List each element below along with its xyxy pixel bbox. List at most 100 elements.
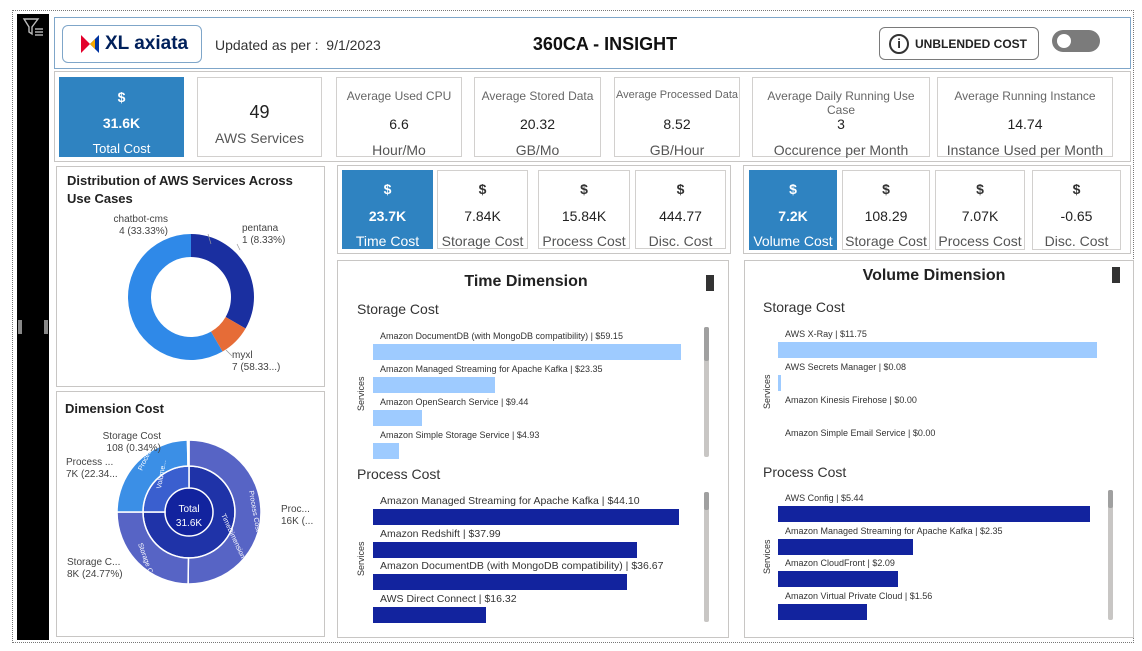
sunburst-label-process: Proc... 16K (... (281, 504, 314, 527)
time-storage-bar[interactable] (373, 377, 495, 393)
resize-handle-right[interactable] (44, 320, 48, 334)
updated-date: 9/1/2023 (326, 37, 381, 53)
volume-storage-bar-label: AWS Secrets Manager | $0.08 (785, 362, 907, 372)
logo-text: XL axiata (105, 33, 189, 54)
volume-process-bar[interactable] (778, 571, 898, 587)
volume-dimension-title: Volume Dimension (862, 267, 1006, 284)
more-options-icon[interactable] (1112, 267, 1120, 283)
kpi-label: Average Running Instance (954, 89, 1096, 103)
time-storage-bar[interactable] (373, 410, 423, 426)
xl-axiata-logo: XL axiata (62, 25, 202, 63)
donut-label-pentana: pentana 1 (8.33%) (242, 223, 286, 246)
unblended-label: UNBLENDED COST (915, 36, 1028, 51)
kpi-unit: Instance Used per Month (946, 142, 1104, 158)
time-storage-bar-label: Amazon DocumentDB (with MongoDB compatib… (380, 331, 623, 341)
time-storage-title: Storage Cost (357, 301, 439, 317)
sunburst-label-process-small: Process ... 7K (22.34... (66, 457, 118, 480)
time-process-bar[interactable] (373, 574, 628, 590)
page-title: 360CA - INSIGHT (532, 34, 678, 54)
volume-process-bar-label: Amazon CloudFront | $2.09 (785, 558, 895, 568)
time-process-title: Process Cost (357, 466, 441, 482)
sunburst-label-storage-small: Storage Cost 108 (0.34%) (102, 431, 161, 454)
kpi-value: 8.52 (663, 116, 691, 132)
resize-handle-left[interactable] (18, 320, 22, 334)
time-storage-bar-label: Amazon Managed Streaming for Apache Kafk… (380, 364, 603, 374)
updated-label: Updated as per : (215, 37, 319, 53)
card-volume-process[interactable]: $7.07K Process Cost (935, 170, 1025, 250)
kpi-unit: GB/Hour (649, 142, 705, 158)
cost-toggle[interactable] (1052, 30, 1100, 52)
kpi-value: 20.32 (519, 116, 556, 132)
time-process-bar[interactable] (373, 606, 487, 623)
kpi-unit: Hour/Mo (372, 142, 426, 158)
volume-process-title: Process Cost (763, 464, 847, 480)
info-icon: i (889, 33, 909, 54)
volume-storage-title: Storage Cost (763, 299, 845, 315)
volume-process-bar[interactable] (778, 538, 913, 555)
volume-storage-bar[interactable] (778, 342, 1097, 358)
time-process-axis-label: Services (356, 541, 366, 576)
card-time-process[interactable]: $15.84K Process Cost (538, 170, 630, 249)
time-storage-bar-label: Amazon Simple Storage Service | $4.93 (380, 430, 540, 440)
donut-label-chatbot: chatbot-cms 4 (33.33%) (113, 214, 168, 237)
time-storage-bar-label: Amazon OpenSearch Service | $9.44 (380, 397, 529, 407)
card-time-cost[interactable]: $23.7K Time Cost (342, 170, 433, 249)
kpi-value: 49 (249, 102, 270, 122)
time-storage-bar[interactable] (373, 443, 399, 459)
card-volume-cost[interactable]: $7.2K Volume Cost (749, 170, 837, 250)
volume-storage-axis-label: Services (762, 374, 772, 409)
kpi-total-cost[interactable]: $ 31.6K Total Cost (59, 77, 184, 157)
card-volume-storage[interactable]: $108.29 Storage Cost (842, 170, 930, 250)
scrollbar[interactable] (704, 327, 709, 457)
kpi-avg-daily-usecase: Average Daily Running Use Case 3 Occuren… (752, 77, 930, 158)
volume-process-bar[interactable] (778, 506, 1090, 522)
kpi-unit: AWS Services (215, 130, 304, 146)
time-storage-axis-label: Services (356, 376, 366, 411)
volume-process-bar[interactable] (778, 603, 868, 620)
kpi-value: 14.74 (1007, 116, 1043, 132)
volume-process-bar-label: Amazon Virtual Private Cloud | $1.56 (785, 590, 933, 601)
kpi-label: Average Used CPU (346, 89, 452, 103)
sunburst-center-value: 31.6K (176, 518, 202, 529)
kpi-avg-processed: Average Processed Data 8.52 GB/Hour (614, 77, 740, 158)
kpi-unit: GB/Mo (515, 142, 560, 158)
time-process-bar-label: Amazon Redshift | $37.99 (380, 527, 501, 540)
donut-slice-chatbot-cms[interactable] (191, 234, 255, 329)
kpi-aws-services: 49 AWS Services (197, 77, 322, 157)
sunburst-center-title: Total (178, 504, 199, 515)
volume-storage-bar-label: AWS X-Ray | $11.75 (785, 329, 867, 339)
time-process-bar[interactable] (373, 509, 679, 525)
time-storage-bar[interactable] (373, 344, 681, 360)
time-dimension-title: Time Dimension (464, 273, 588, 290)
outer-storage-volume[interactable] (186, 439, 190, 467)
kpi-value: 3 (837, 116, 845, 132)
kpi-value: 31.6K (102, 115, 141, 131)
volume-storage-bar[interactable] (778, 375, 781, 391)
filter-icon[interactable] (22, 16, 44, 38)
volume-storage-bar-label: Amazon Simple Email Service | $0.00 (785, 428, 936, 438)
kpi-label: Average Daily Running Use Case (767, 89, 915, 117)
donut-label-myxl: myxl 7 (58.33...) (232, 350, 281, 373)
kpi-avg-stored: Average Stored Data 20.32 GB/Mo (474, 77, 601, 158)
distribution-donut-chart[interactable] (56, 166, 325, 387)
kpi-label: Average Stored Data (481, 89, 594, 103)
volume-process-axis-label: Services (762, 539, 772, 574)
kpi-avg-cpu: Average Used CPU 6.6 Hour/Mo (336, 77, 462, 158)
card-time-storage[interactable]: $7.84K Storage Cost (437, 170, 528, 249)
card-time-disc[interactable]: $444.77 Disc. Cost (635, 170, 726, 249)
time-process-bar-label: AWS Direct Connect | $16.32 (380, 592, 517, 605)
volume-process-bar-label: AWS Config | $5.44 (785, 493, 864, 503)
time-process-bar[interactable] (373, 541, 637, 558)
card-volume-disc[interactable]: $ -0.65 Disc. Cost (1032, 170, 1121, 250)
scrollbar[interactable] (704, 492, 709, 622)
time-process-bar-label: Amazon Managed Streaming for Apache Kafk… (380, 495, 640, 507)
volume-storage-bar-label: Amazon Kinesis Firehose | $0.00 (785, 395, 917, 405)
updated-text: Updated as per : 9/1/2023 (215, 37, 381, 53)
scrollbar[interactable] (1108, 490, 1113, 620)
kpi-value: 6.6 (389, 116, 409, 132)
unblended-cost-button[interactable]: i UNBLENDED COST (879, 27, 1039, 60)
sunburst-label-storage: Storage C... 8K (24.77%) (67, 557, 123, 580)
volume-process-bar-label: Amazon Managed Streaming for Apache Kafk… (785, 525, 1003, 536)
kpi-label: $ (117, 89, 126, 105)
more-options-icon[interactable] (706, 275, 714, 291)
